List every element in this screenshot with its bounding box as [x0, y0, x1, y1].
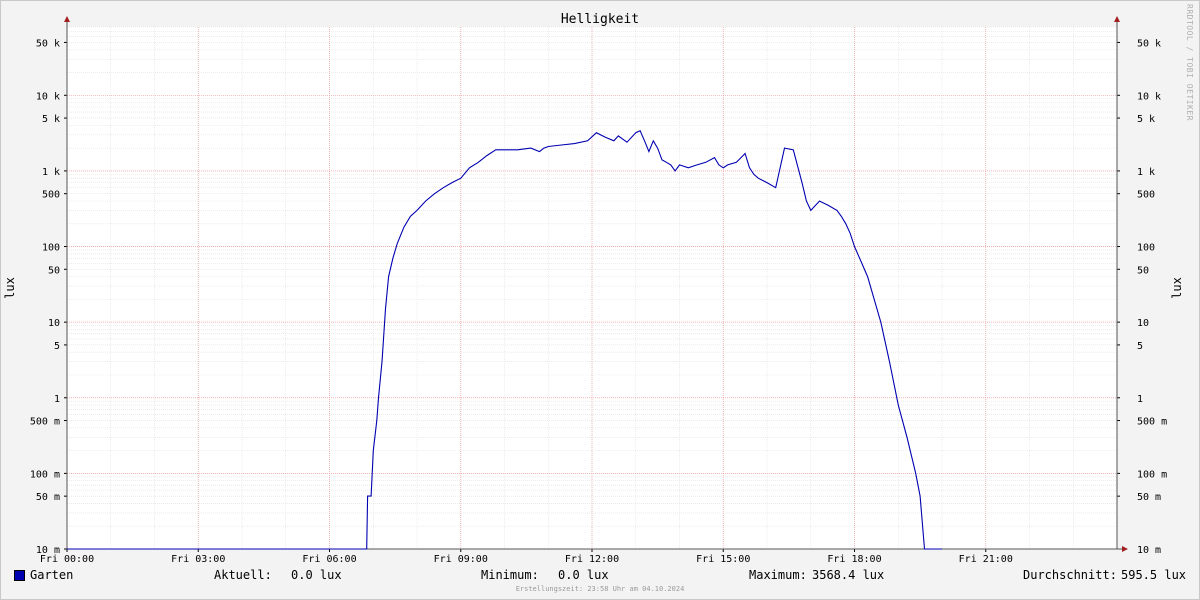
y-tick-label-left: 10 k — [36, 91, 60, 102]
y-tick-label-left: 1 — [54, 394, 60, 405]
y-tick-label-right: 50 m — [1137, 492, 1161, 503]
y-tick-label-right: 500 — [1137, 190, 1155, 201]
y-tick-label-left: 50 — [48, 265, 60, 276]
y-tick-label-right: 5 k — [1137, 114, 1155, 125]
y-tick-label-right: 1 k — [1137, 167, 1155, 178]
y-tick-label-left: 500 m — [30, 417, 60, 428]
y-tick-label-right: 50 k — [1137, 38, 1161, 49]
y-axis-label-right: lux — [1170, 277, 1184, 299]
y-axis-arrow-right — [1114, 16, 1120, 22]
y-tick-label-left: 500 — [42, 190, 60, 201]
y-tick-label-right: 10 m — [1137, 545, 1161, 556]
legend-max-value: 3568.4 lux — [812, 568, 885, 582]
y-tick-label-right: 10 — [1137, 318, 1149, 329]
legend-current-label: Aktuell: — [214, 568, 272, 582]
y-tick-label-right: 500 m — [1137, 417, 1167, 428]
y-tick-label-right: 100 — [1137, 243, 1155, 254]
y-axis-label-left: lux — [3, 277, 17, 299]
y-tick-label-left: 5 k — [42, 114, 60, 125]
grid-layer — [66, 26, 1118, 550]
x-tick-label: Fri 15:00 — [696, 554, 750, 565]
y-axis-arrow-left — [64, 16, 70, 22]
x-tick-label: Fri 06:00 — [302, 554, 356, 565]
legend-min-value: 0.0 lux — [558, 568, 609, 582]
y-tick-label-left: 1 k — [42, 167, 60, 178]
chart-canvas: 50 k 50 k 10 k 10 k 5 k 5 k 1 k 1 k 500 500 100 100… — [3, 12, 1184, 565]
x-tick-label: Fri 09:00 — [434, 554, 488, 565]
x-tick-label: Fri 00:00 — [40, 554, 94, 565]
y-tick-label-left: 10 — [48, 318, 60, 329]
y-tick-label-right: 1 — [1137, 394, 1143, 405]
y-tick-label-left: 5 — [54, 341, 60, 352]
rrdtool-watermark: RRDTOOL / TOBI OETIKER — [1185, 4, 1194, 121]
x-tick-label: Fri 18:00 — [827, 554, 881, 565]
x-tick-label: Fri 03:00 — [171, 554, 225, 565]
legend-series-name: Garten — [30, 568, 74, 582]
x-tick-label: Fri 21:00 — [959, 554, 1013, 565]
x-tick-label: Fri 12:00 — [565, 554, 619, 565]
legend-avg-label: Durchschnitt: — [1023, 568, 1117, 582]
y-tick-label-right: 10 k — [1137, 91, 1161, 102]
legend-min-label: Minimum: — [481, 568, 539, 582]
y-tick-label-right: 50 — [1137, 265, 1149, 276]
legend-max-label: Maximum: — [749, 568, 807, 582]
legend-current-value: 0.0 lux — [291, 568, 342, 582]
y-tick-label-left: 50 m — [36, 492, 60, 503]
x-axis-arrow — [1122, 546, 1128, 552]
y-tick-label-right: 5 — [1137, 341, 1143, 352]
y-tick-label-left: 100 m — [30, 469, 60, 480]
y-tick-label-left: 50 k — [36, 38, 60, 49]
legend-avg-value: 595.5 lux — [1121, 568, 1187, 582]
legend-swatch-garten — [14, 570, 25, 581]
y-tick-label-right: 100 m — [1137, 469, 1167, 480]
y-tick-label-left: 100 — [42, 243, 60, 254]
creation-timestamp: Erstellungszeit: 23:58 Uhr am 04.10.2024 — [515, 585, 685, 593]
chart-title: Helligkeit — [561, 12, 639, 27]
